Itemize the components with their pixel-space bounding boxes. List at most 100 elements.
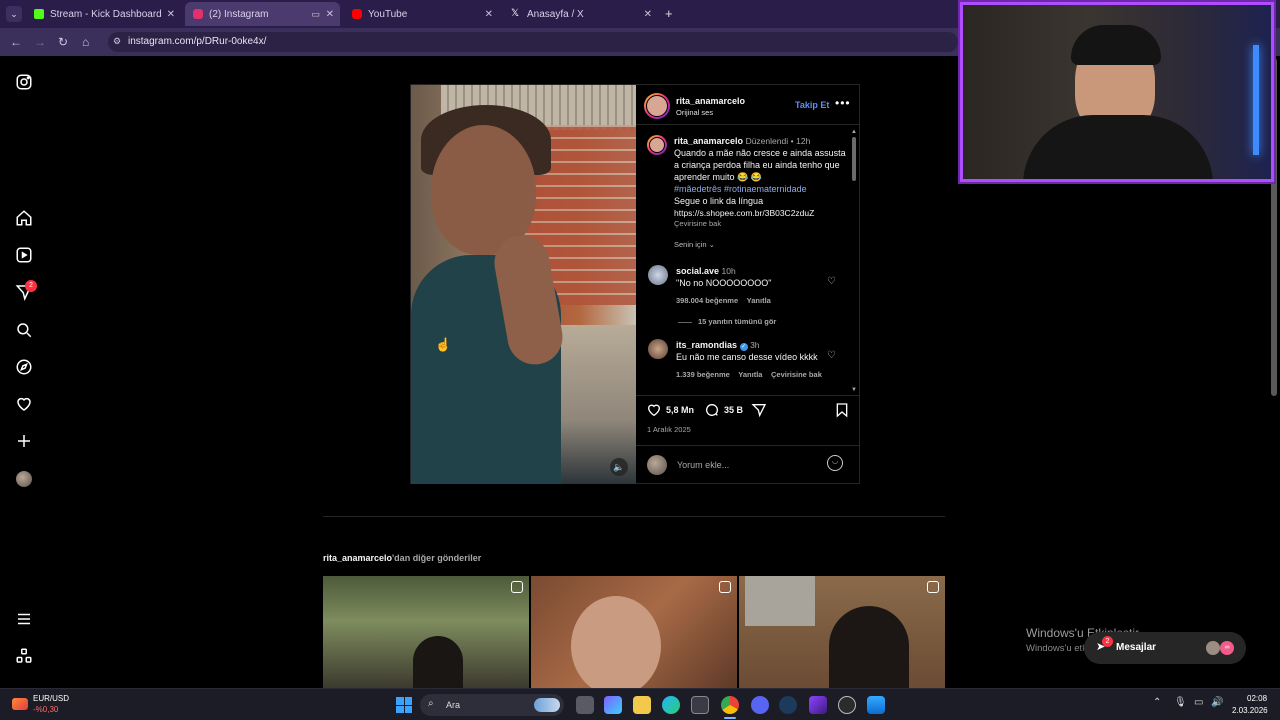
comment-user[interactable]: social.ave: [676, 266, 719, 276]
home-icon[interactable]: [14, 208, 34, 228]
caption-translate[interactable]: Çevirisine bak: [674, 219, 846, 228]
comment-time: 10h: [721, 266, 736, 276]
discord-icon[interactable]: [751, 696, 769, 714]
emoji-icon[interactable]: ◡: [827, 455, 843, 471]
taskbar-search[interactable]: ⌕ Ara: [420, 694, 564, 716]
post-thumbnail[interactable]: [323, 576, 529, 688]
tab-youtube[interactable]: YouTube ✕: [344, 4, 499, 24]
translate-button[interactable]: Çevirisine bak: [771, 370, 822, 379]
reload-icon[interactable]: ↻: [58, 35, 68, 49]
scroll-down-icon[interactable]: ▼: [851, 387, 857, 393]
scroll-thumb[interactable]: [852, 137, 856, 181]
caption-link[interactable]: https://s.shopee.com.br/3B03C2zduZ: [674, 207, 846, 219]
view-replies-link[interactable]: 15 yanıtın tümünü gör: [678, 317, 776, 326]
caption-text-2: Segue o link da língua: [674, 196, 764, 206]
tab-instagram[interactable]: (2) Instagram ▭ ✕: [185, 2, 340, 26]
caption-avatar[interactable]: [647, 135, 667, 155]
volume-icon[interactable]: 🔊: [1211, 697, 1223, 708]
follow-button[interactable]: Takip Et: [795, 100, 829, 110]
store-icon[interactable]: [691, 696, 709, 714]
cast-icon: ▭: [311, 8, 320, 19]
comment-avatar[interactable]: [648, 265, 668, 285]
user-avatar: [647, 455, 667, 475]
comments-scrollbar[interactable]: ▲ ▼: [851, 129, 857, 393]
close-icon[interactable]: ✕: [326, 9, 334, 20]
obs-icon[interactable]: [838, 696, 856, 714]
tab-list-dropdown[interactable]: ⌄: [6, 6, 22, 22]
app-icon[interactable]: [867, 696, 885, 714]
explore-icon[interactable]: [14, 357, 34, 377]
comment-likes[interactable]: 398.004 beğenme: [676, 296, 738, 305]
steam-icon[interactable]: [779, 696, 797, 714]
messages-icon[interactable]: 2: [14, 280, 37, 302]
caption-author[interactable]: rita_anamarcelo: [674, 136, 743, 146]
for-you-label[interactable]: Senin için ⌄: [674, 240, 715, 249]
comment-button[interactable]: 35 B: [704, 402, 743, 418]
search-icon[interactable]: [14, 320, 34, 340]
author-name[interactable]: rita_anamarcelo: [676, 96, 745, 106]
close-icon[interactable]: ✕: [644, 9, 652, 20]
url-field[interactable]: ⚙ instagram.com/p/DRur-0oke4x/: [108, 32, 958, 52]
comment-input[interactable]: Yorum ekle...: [677, 460, 817, 470]
windows-start-icon[interactable]: [396, 697, 412, 713]
heart-icon[interactable]: [14, 394, 34, 414]
post-thumbnail[interactable]: [531, 576, 737, 688]
edge-icon[interactable]: [662, 696, 680, 714]
instagram-logo-icon[interactable]: [14, 72, 34, 92]
verified-badge-icon: ✓: [739, 343, 748, 351]
audio-label[interactable]: Orijinal ses: [676, 108, 713, 117]
close-icon[interactable]: ✕: [167, 9, 175, 20]
file-explorer-icon[interactable]: [633, 696, 651, 714]
caption-hashtags[interactable]: #mãedetrês #rotinaematernidade: [674, 183, 846, 195]
widgets-icon[interactable]: [604, 696, 622, 714]
scroll-up-icon[interactable]: ▲: [851, 129, 857, 135]
chrome-icon[interactable]: [721, 696, 739, 714]
save-icon[interactable]: [834, 402, 850, 423]
create-icon[interactable]: [14, 431, 34, 451]
webcam-person-cap: [1071, 25, 1161, 65]
tab-youtube-title: YouTube: [368, 8, 408, 20]
chart-icon: [12, 698, 28, 710]
microphone-icon[interactable]: 🎙: [1174, 697, 1187, 708]
messages-pill[interactable]: ➤ 2 Mesajlar ∞: [1084, 632, 1246, 664]
tab-x[interactable]: 𝕏 Anasayfa / X ✕: [503, 4, 658, 24]
post-video[interactable]: ☝ 🔈: [411, 85, 636, 484]
reply-button[interactable]: Yanıtla: [738, 370, 762, 379]
chevron-up-icon[interactable]: ⌃: [1153, 697, 1161, 708]
network-icon[interactable]: ▭: [1194, 697, 1203, 708]
clock-date[interactable]: 2.03.2026: [1232, 706, 1268, 715]
comment-user[interactable]: its_ramondias: [676, 340, 737, 350]
comment-likes[interactable]: 1.339 beğenme: [676, 370, 730, 379]
like-button[interactable]: 5,8 Mn: [646, 402, 694, 418]
comment-item: social.ave 10h "No no NOOOOOOOO" 398.004…: [676, 265, 836, 307]
more-posts-heading: rita_anamarcelo'dan diğer gönderiler: [323, 553, 481, 563]
tab-kick[interactable]: Stream - Kick Dashboard ✕: [26, 4, 181, 24]
task-view-icon[interactable]: [576, 696, 594, 714]
post-date[interactable]: 1 Aralık 2025: [647, 425, 691, 434]
comment-avatar[interactable]: [648, 339, 668, 359]
share-icon[interactable]: [751, 402, 767, 423]
back-icon[interactable]: ←: [10, 35, 22, 49]
site-info-icon[interactable]: ⚙: [113, 36, 121, 47]
new-tab-button[interactable]: +: [665, 6, 673, 21]
mute-icon[interactable]: 🔈: [610, 458, 628, 476]
apps-icon[interactable]: [14, 646, 34, 666]
more-options-icon[interactable]: •••: [835, 96, 851, 110]
caption-dot: •: [790, 136, 794, 146]
forward-icon[interactable]: →: [34, 35, 46, 49]
clock-time[interactable]: 02:08: [1247, 694, 1267, 703]
more-posts-author[interactable]: rita_anamarcelo: [323, 553, 392, 563]
home-icon[interactable]: ⌂: [82, 35, 89, 49]
profile-avatar[interactable]: [14, 469, 34, 489]
author-avatar[interactable]: [644, 93, 670, 119]
heart-icon[interactable]: ♡: [827, 350, 836, 361]
close-icon[interactable]: ✕: [485, 9, 493, 20]
menu-icon[interactable]: [14, 609, 34, 629]
reels-icon[interactable]: [14, 245, 34, 265]
tab-x-title: Anasayfa / X: [527, 8, 584, 20]
heart-icon[interactable]: ♡: [827, 276, 836, 287]
app-icon[interactable]: [809, 696, 827, 714]
instagram-icon: [193, 9, 203, 19]
post-thumbnail[interactable]: [739, 576, 945, 688]
reply-button[interactable]: Yanıtla: [747, 296, 771, 305]
